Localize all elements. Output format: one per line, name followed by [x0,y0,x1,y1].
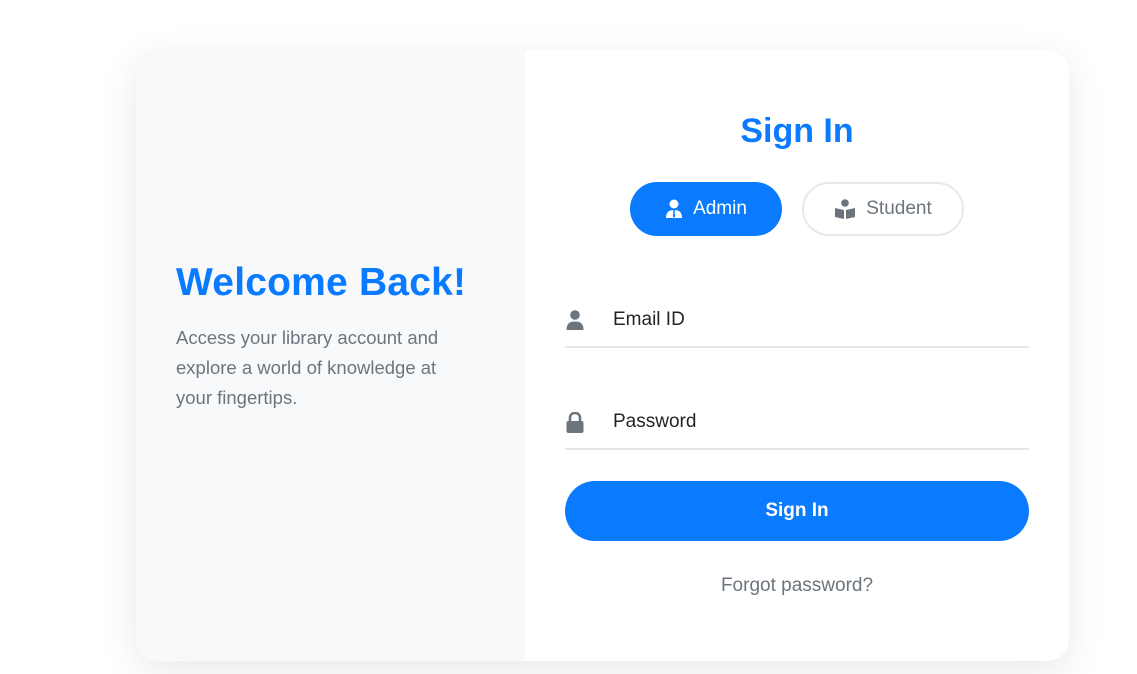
welcome-description: Access your library account and explore … [176,326,439,408]
email-input[interactable] [611,308,1015,332]
role-student-label: Student [866,198,932,219]
lock-icon [565,411,585,433]
welcome-panel: Welcome Back! Access your library accoun… [136,50,525,661]
email-field-container [565,294,1029,348]
signin-panel: Sign In Admin Student Email ID Sign In F… [525,50,1069,661]
password-field-container [565,396,1029,450]
role-toggle: Admin Student [630,182,964,236]
forgot-password-link[interactable]: Forgot password? [525,575,1069,597]
user-tie-icon [665,199,683,219]
login-card: Welcome Back! Access your library accoun… [136,50,1069,661]
user-icon [565,310,585,330]
password-input[interactable] [611,410,1015,434]
role-admin-button[interactable]: Admin [630,182,782,236]
role-student-button[interactable]: Student [802,182,964,236]
book-reader-icon [834,199,856,219]
signin-button[interactable]: Sign In [565,481,1029,541]
welcome-title: Welcome Back! [176,260,467,304]
signin-title: Sign In [740,112,854,150]
role-admin-label: Admin [693,198,747,219]
